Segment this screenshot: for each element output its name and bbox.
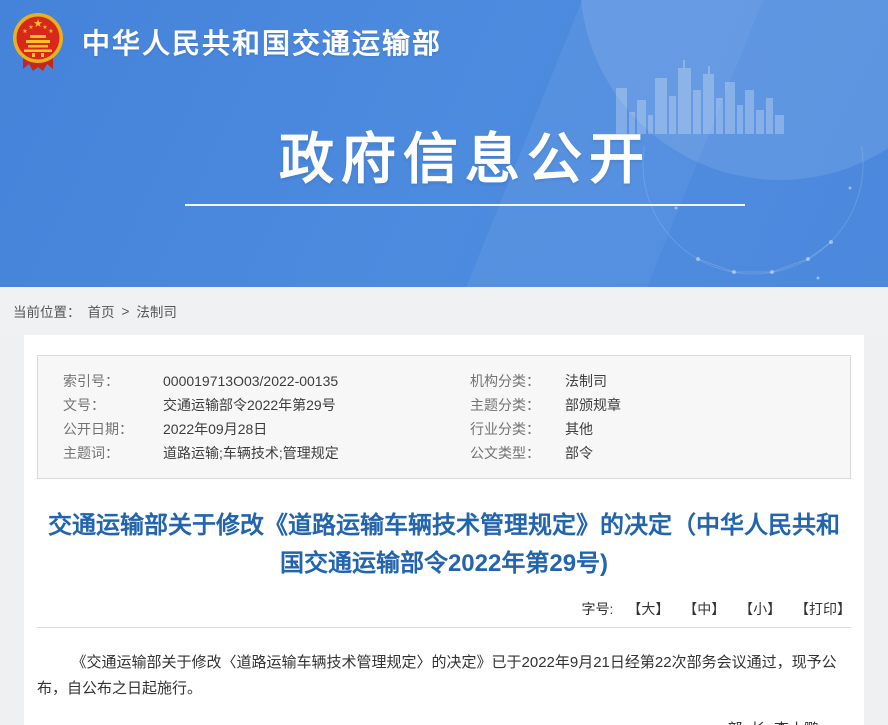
- font-small-button[interactable]: 【小】: [739, 601, 781, 617]
- meta-label-topic-class: 主题分类：: [470, 393, 565, 417]
- document-title: 交通运输部关于修改《道路运输车辆技术管理规定》的决定（中华人民共和国交通运输部令…: [37, 507, 851, 583]
- breadcrumb-separator: >: [122, 304, 130, 319]
- site-header: ★ ★ ★ ★ ★ 中华人民共和国交通运输部: [12, 12, 442, 72]
- banner-underline: [185, 204, 745, 206]
- meta-label-index: 索引号：: [63, 369, 163, 393]
- meta-value-index: 000019713O03/2022-00135: [163, 369, 470, 393]
- svg-text:★: ★: [42, 24, 47, 31]
- meta-label-doc-number: 文号：: [63, 393, 163, 417]
- svg-text:★: ★: [28, 24, 33, 31]
- meta-value-keywords: 道路运输;车辆技术;管理规定: [163, 441, 470, 465]
- meta-label-industry: 行业分类：: [470, 417, 565, 441]
- meta-value-org: 法制司: [565, 369, 840, 393]
- city-skyline-icon: [616, 58, 786, 138]
- signature-line: 部 长 李小鹏: [37, 718, 819, 725]
- site-title: 中华人民共和国交通运输部: [82, 22, 442, 62]
- banner-title: 政府信息公开: [185, 128, 745, 190]
- font-medium-button[interactable]: 【中】: [683, 601, 725, 617]
- meta-value-doc-type: 部令: [565, 441, 840, 465]
- meta-value-doc-number: 交通运输部令2022年第29号: [163, 393, 470, 417]
- font-size-label: 字号:: [582, 601, 614, 617]
- meta-label-doc-type: 公文类型：: [470, 441, 565, 465]
- meta-value-industry: 其他: [565, 417, 840, 441]
- svg-text:★: ★: [48, 28, 53, 35]
- meta-value-topic-class: 部颁规章: [565, 393, 840, 417]
- breadcrumb-current-link[interactable]: 法制司: [136, 301, 177, 321]
- meta-label-org: 机构分类：: [470, 369, 565, 393]
- hero-banner: ★ ★ ★ ★ ★ 中华人民共和国交通运输部 政府信息公开: [0, 0, 888, 287]
- svg-text:★: ★: [22, 28, 27, 35]
- document-metadata-table: 索引号： 000019713O03/2022-00135 机构分类： 法制司 文…: [37, 355, 851, 479]
- breadcrumb: 当前位置： 首页 > 法制司: [0, 287, 888, 335]
- title-divider: [37, 627, 851, 628]
- font-size-toolbar: 字号: 【大】 【中】 【小】 【打印】: [37, 599, 851, 619]
- meta-value-publish-date: 2022年09月28日: [163, 417, 470, 441]
- meta-label-publish-date: 公开日期：: [63, 417, 163, 441]
- content-card: 索引号： 000019713O03/2022-00135 机构分类： 法制司 文…: [24, 335, 864, 725]
- meta-label-keywords: 主题词：: [63, 441, 163, 465]
- document-body: 《交通运输部关于修改〈道路运输车辆技术管理规定〉的决定》已于2022年9月21日…: [37, 650, 851, 702]
- breadcrumb-label: 当前位置：: [13, 301, 81, 321]
- print-button[interactable]: 【打印】: [795, 601, 851, 617]
- banner-title-block: 政府信息公开: [185, 128, 745, 206]
- national-emblem-icon: ★ ★ ★ ★ ★: [12, 12, 64, 72]
- page: ★ ★ ★ ★ ★ 中华人民共和国交通运输部 政府信息公开: [0, 0, 888, 725]
- breadcrumb-home-link[interactable]: 首页: [88, 301, 115, 321]
- font-large-button[interactable]: 【大】: [627, 601, 669, 617]
